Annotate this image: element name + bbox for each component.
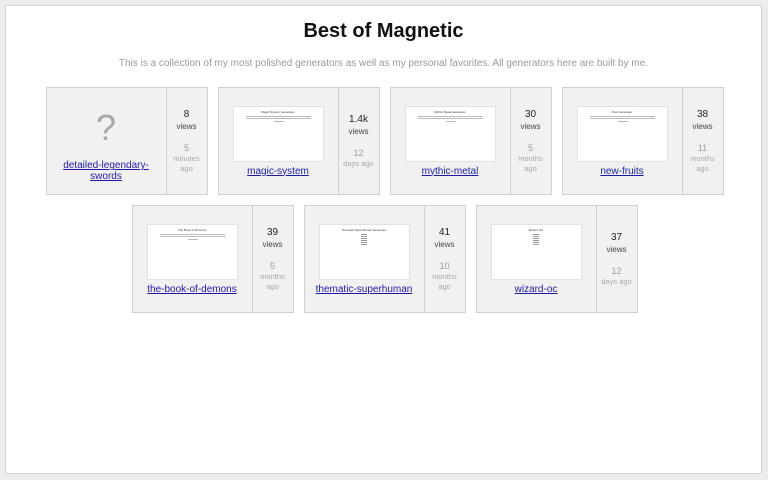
thumbnail-text-line	[361, 233, 367, 235]
thumbnail-text-line	[361, 237, 367, 239]
thumbnail-image: Magic System Generator	[232, 105, 324, 162]
generator-card-mythic-metal[interactable]: Mythic Metal Generator mythic-metal 30 view…	[389, 87, 552, 195]
card-meta: 41 views 10 months ago	[425, 206, 465, 312]
card-meta: 38 views 11 months ago	[683, 88, 723, 194]
views-label: views	[262, 239, 283, 249]
generator-link[interactable]: mythic-metal	[395, 166, 505, 177]
thumbnail-image: The Book of Demons	[146, 223, 238, 280]
generator-card-new-fruits[interactable]: Fruit Generator new-fruits 38 views 11 months…	[561, 87, 724, 195]
thumbnail-text-line	[273, 120, 284, 122]
card-preview-area[interactable]: Magic System Generator magic-system	[219, 88, 339, 194]
card-meta: 37 views 12 days ago	[597, 206, 637, 312]
thumbnail-text-line	[245, 115, 311, 117]
views-label: views	[520, 121, 541, 131]
generator-link[interactable]: thematic-superhuman	[309, 284, 419, 295]
generator-link[interactable]: magic-system	[223, 166, 333, 177]
updated-ago-number: 5	[527, 142, 533, 153]
thumbnail-image: Wizard OC	[490, 223, 582, 280]
thumbnail-text-line	[361, 239, 367, 241]
card-preview-area[interactable]: Wizard OC wizard-oc	[477, 206, 597, 312]
thumbnail-text-line	[589, 115, 655, 117]
thumbnail-image: Thematic Superhuman Generator	[318, 223, 410, 280]
view-count: 39	[266, 226, 279, 238]
updated-ago-number: 10	[439, 260, 450, 271]
card-preview-area[interactable]: Thematic Superhuman Generator thematic-su…	[305, 206, 425, 312]
thumbnail-text-line	[533, 239, 539, 241]
generator-link[interactable]: the-book-of-demons	[137, 284, 247, 295]
generator-grid: ? detailed-legendary-swords 8 views 5 minutes…	[6, 87, 763, 313]
updated-ago-number: 5	[183, 142, 189, 153]
thumbnail-title: Fruit Generator	[611, 109, 633, 114]
view-count: 8	[183, 108, 190, 120]
thumbnail-text-line	[533, 235, 539, 237]
thumbnail-text-line	[533, 243, 539, 245]
thumbnail-title: Magic System Generator	[261, 109, 295, 114]
generator-card-thematic-superhuman[interactable]: Thematic Superhuman Generator thematic-su…	[303, 205, 466, 313]
thumbnail-title: Mythic Metal Generator	[434, 109, 466, 114]
thumbnail-text-line	[533, 237, 539, 239]
generator-link[interactable]: detailed-legendary-swords	[51, 160, 161, 182]
updated-ago-unit: minutes ago	[173, 153, 200, 173]
thumbnail-text-line	[159, 233, 225, 235]
thumbnail-text-line	[617, 120, 628, 122]
card-preview-area[interactable]: Fruit Generator new-fruits	[563, 88, 683, 194]
view-count: 1.4k	[349, 113, 368, 125]
thumbnail-title: Thematic Superhuman Generator	[341, 227, 387, 232]
generator-card-detailed-legendary-swords[interactable]: ? detailed-legendary-swords 8 views 5 minutes…	[45, 87, 208, 195]
updated-ago-unit: months ago	[432, 271, 457, 291]
thumbnail-text-line	[187, 238, 198, 240]
thumbnail-text-line	[533, 241, 539, 243]
thumbnail-title: The Book of Demons	[177, 227, 207, 232]
thumbnail-image: Mythic Metal Generator	[404, 105, 496, 162]
thumbnail-text-line	[361, 243, 367, 245]
updated-ago-unit: days ago	[601, 276, 632, 286]
thumbnail-text-line	[445, 120, 456, 122]
generator-link[interactable]: new-fruits	[567, 166, 677, 177]
page-container: Best of Magnetic This is a collection of…	[5, 5, 762, 474]
generator-link[interactable]: wizard-oc	[481, 284, 591, 295]
page-title: Best of Magnetic	[303, 20, 464, 42]
generator-card-the-book-of-demons[interactable]: The Book of Demons the-book-of-demons 39 vi…	[131, 205, 294, 313]
view-count: 37	[610, 231, 623, 243]
updated-ago-number: 12	[611, 265, 622, 276]
updated-ago-number: 5	[269, 260, 275, 271]
thumbnail-image: Fruit Generator	[576, 105, 668, 162]
card-meta: 39 views 5 months ago	[253, 206, 293, 312]
thumbnail-text-line	[417, 117, 483, 119]
card-preview-area[interactable]: ? detailed-legendary-swords	[47, 88, 167, 194]
thumbnail-text-line	[245, 117, 311, 119]
view-count: 41	[438, 226, 451, 238]
view-count: 38	[696, 108, 709, 120]
updated-ago-unit: days ago	[343, 158, 374, 168]
thumbnail-text-line	[533, 233, 539, 235]
views-label: views	[692, 121, 713, 131]
views-label: views	[176, 121, 197, 131]
updated-ago-number: 12	[353, 147, 364, 158]
thumbnail-text-line	[361, 241, 367, 243]
thumbnail-text-line	[589, 117, 655, 119]
page-subtitle: This is a collection of my most polished…	[118, 58, 649, 69]
generator-card-wizard-oc[interactable]: Wizard OC wizard-oc 37 views 12 days ago	[475, 205, 638, 313]
card-meta: 1.4k views 12 days ago	[339, 88, 379, 194]
updated-ago-unit: months ago	[260, 271, 285, 291]
updated-ago-unit: months ago	[690, 153, 715, 173]
generator-card-magic-system[interactable]: Magic System Generator magic-system 1.4k vi…	[217, 87, 380, 195]
thumbnail-text-line	[361, 235, 367, 237]
views-label: views	[348, 126, 369, 136]
card-preview-area[interactable]: The Book of Demons the-book-of-demons	[133, 206, 253, 312]
card-meta: 30 views 5 months ago	[511, 88, 551, 194]
card-meta: 8 views 5 minutes ago	[167, 88, 207, 194]
thumbnail-title: Wizard OC	[528, 227, 544, 232]
view-count: 30	[524, 108, 537, 120]
thumbnail-text-line	[417, 115, 483, 117]
question-mark-icon: ?	[95, 107, 117, 148]
thumbnail-text-line	[159, 235, 225, 237]
card-preview-area[interactable]: Mythic Metal Generator mythic-metal	[391, 88, 511, 194]
views-label: views	[606, 244, 627, 254]
views-label: views	[434, 239, 455, 249]
updated-ago-unit: months ago	[518, 153, 543, 173]
updated-ago-number: 11	[697, 142, 708, 153]
